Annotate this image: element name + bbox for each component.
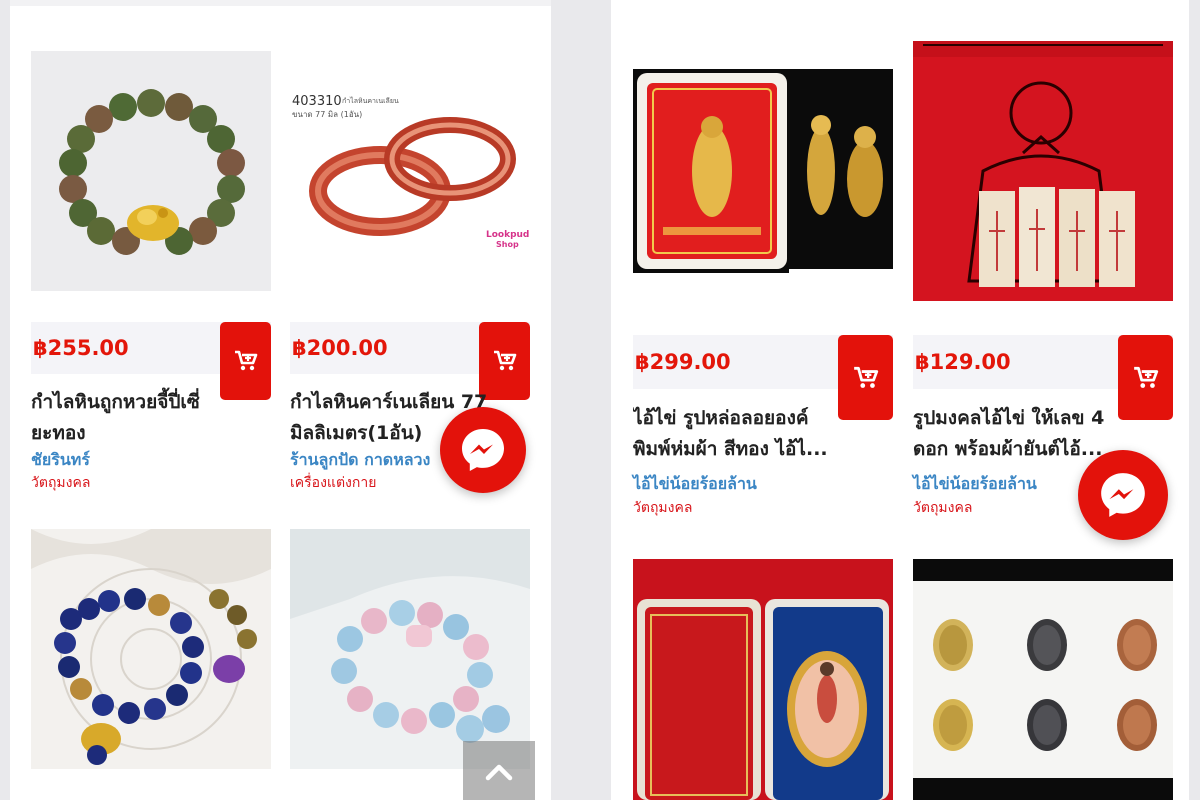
product-image[interactable]: 403310 กำไลหินคาเนเลียน ขนาด 77 มิล (1อั… <box>290 51 530 291</box>
image-caption: กำไลหินคาเนเลียน <box>342 96 399 105</box>
shop-link[interactable]: ไอ้ไข่น้อยร้อยล้าน <box>633 472 757 497</box>
add-to-cart-button[interactable] <box>1118 335 1173 420</box>
image-product-code: 403310 <box>292 94 342 109</box>
product-price: ฿299.00 <box>635 350 731 374</box>
image-logo-text: Shop <box>496 240 519 249</box>
product-image[interactable] <box>913 559 1173 800</box>
product-card <box>31 529 271 800</box>
product-card <box>633 559 893 800</box>
messenger-icon <box>1101 473 1145 517</box>
left-product-panel: ฿255.00 กำไลหินถูกหวยจี้ปี่เซี่ยะทอง ชัย… <box>10 0 551 800</box>
right-product-panel: ฿299.00 ไอ้ไข่ รูปหล่อลอยองค์ พิมพ์ห่มผ้… <box>611 0 1189 800</box>
shop-link[interactable]: ร้านลูกปัด กาดหลวง <box>290 448 430 473</box>
add-to-cart-button[interactable] <box>220 322 271 400</box>
category-link[interactable]: เครื่องแต่งกาย <box>290 472 376 494</box>
product-price: ฿255.00 <box>33 336 129 360</box>
image-logo-text: Lookpud <box>486 230 529 240</box>
scroll-to-top-button[interactable] <box>463 741 535 800</box>
category-link[interactable]: วัตถุมงคล <box>633 497 692 519</box>
category-link[interactable]: วัตถุมงคล <box>31 472 90 494</box>
product-image[interactable] <box>913 41 1173 301</box>
product-image[interactable] <box>31 51 271 291</box>
add-to-cart-icon <box>234 350 257 371</box>
image-caption: ขนาด 77 มิล (1อัน) <box>292 110 362 119</box>
product-title[interactable]: กำไลหินถูกหวยจี้ปี่เซี่ยะทอง <box>31 387 209 449</box>
product-image[interactable] <box>31 529 271 769</box>
shop-link[interactable]: ไอ้ไข่น้อยร้อยล้าน <box>913 472 1037 497</box>
product-title[interactable]: ไอ้ไข่ รูปหล่อลอยองค์ พิมพ์ห่มผ้า สีทอง … <box>633 403 838 467</box>
category-link[interactable]: วัตถุมงคล <box>913 497 972 519</box>
product-price: ฿129.00 <box>915 350 1011 374</box>
messenger-chat-button[interactable] <box>440 407 526 493</box>
add-to-cart-icon <box>1133 366 1158 388</box>
messenger-icon <box>462 429 504 471</box>
product-image[interactable] <box>633 559 893 800</box>
add-to-cart-icon <box>493 350 516 371</box>
top-divider <box>10 0 551 6</box>
add-to-cart-button[interactable] <box>838 335 893 420</box>
product-image[interactable] <box>633 41 893 301</box>
product-price: ฿200.00 <box>292 336 388 360</box>
messenger-chat-button[interactable] <box>1078 450 1168 540</box>
chevron-up-icon <box>485 764 513 780</box>
product-card: ฿255.00 กำไลหินถูกหวยจี้ปี่เซี่ยะทอง ชัย… <box>31 51 271 501</box>
product-card: ฿299.00 ไอ้ไข่ รูปหล่อลอยองค์ พิมพ์ห่มผ้… <box>633 41 893 521</box>
product-card <box>913 559 1173 800</box>
shop-link[interactable]: ชัยรินทร์ <box>31 448 90 473</box>
add-to-cart-icon <box>853 366 878 388</box>
product-card: ฿129.00 รูปมงคลไอ้ไข่ ให้เลข 4 ดอก พร้อม… <box>913 41 1173 521</box>
product-image[interactable] <box>290 529 530 769</box>
product-title[interactable]: รูปมงคลไอ้ไข่ ให้เลข 4 ดอก พร้อมผ้ายันต์… <box>913 403 1123 467</box>
